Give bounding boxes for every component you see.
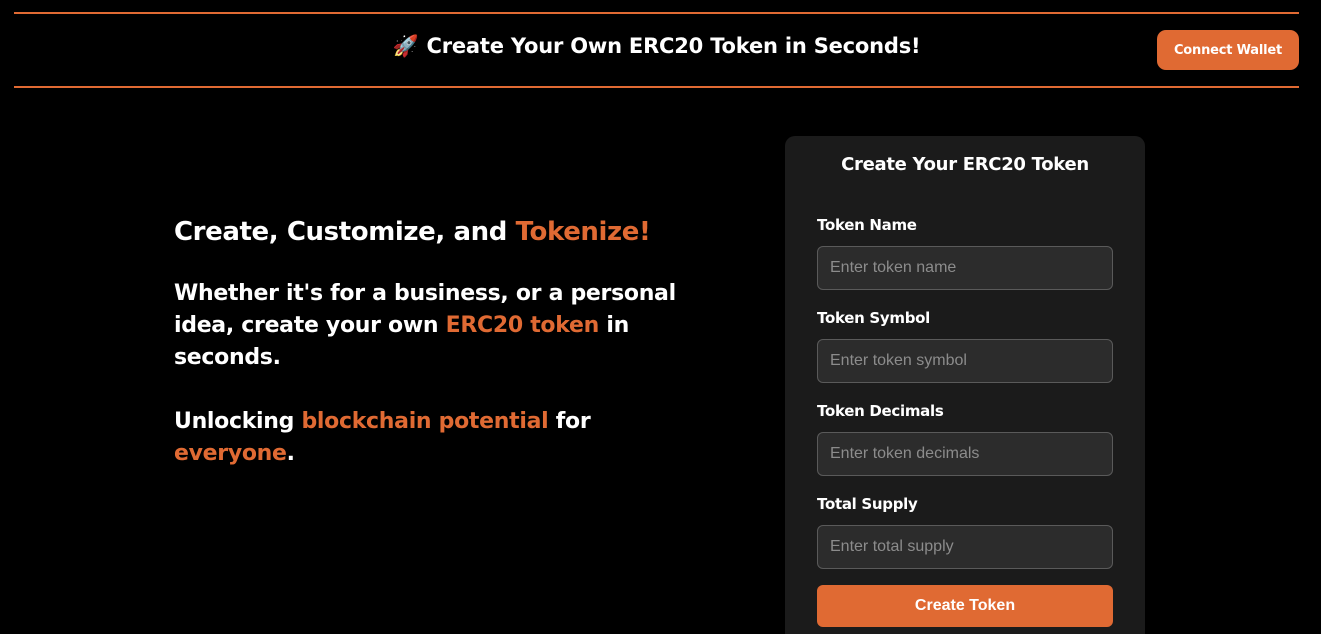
token-name-label: Token Name xyxy=(817,216,917,234)
page-title-text: Create Your Own ERC20 Token in Seconds! xyxy=(426,34,921,58)
hero-tagline-prefix: Unlocking xyxy=(174,409,302,434)
token-form-card: Create Your ERC20 Token Token Name Token… xyxy=(785,136,1145,634)
token-symbol-input[interactable] xyxy=(817,339,1113,383)
hero-section: Create, Customize, and Tokenize! Whether… xyxy=(174,214,694,470)
total-supply-input[interactable] xyxy=(817,525,1113,569)
hero-tagline-suffix: . xyxy=(286,441,295,466)
token-decimals-label: Token Decimals xyxy=(817,402,944,420)
hero-tagline: Unlocking blockchain potential for every… xyxy=(174,406,694,470)
hero-headline-accent: Tokenize! xyxy=(515,217,651,247)
page-title: 🚀 Create Your Own ERC20 Token in Seconds! xyxy=(14,34,1299,59)
token-decimals-input[interactable] xyxy=(817,432,1113,476)
token-name-input[interactable] xyxy=(817,246,1113,290)
total-supply-label: Total Supply xyxy=(817,495,918,513)
hero-headline: Create, Customize, and Tokenize! xyxy=(174,214,694,250)
hero-tagline-accent-1: blockchain potential xyxy=(301,409,549,434)
token-symbol-label: Token Symbol xyxy=(817,309,930,327)
form-title: Create Your ERC20 Token xyxy=(841,154,1089,175)
create-token-button[interactable]: Create Token xyxy=(817,585,1113,627)
hero-tagline-middle: for xyxy=(548,409,591,434)
hero-headline-prefix: Create, Customize, and xyxy=(174,217,516,247)
hero-description-accent: ERC20 token xyxy=(445,313,600,338)
connect-wallet-button[interactable]: Connect Wallet xyxy=(1157,30,1299,70)
rocket-icon: 🚀 xyxy=(392,34,419,58)
hero-tagline-accent-2: everyone xyxy=(174,441,287,466)
hero-description: Whether it's for a business, or a person… xyxy=(174,278,694,374)
top-header: 🚀 Create Your Own ERC20 Token in Seconds!… xyxy=(14,12,1299,88)
